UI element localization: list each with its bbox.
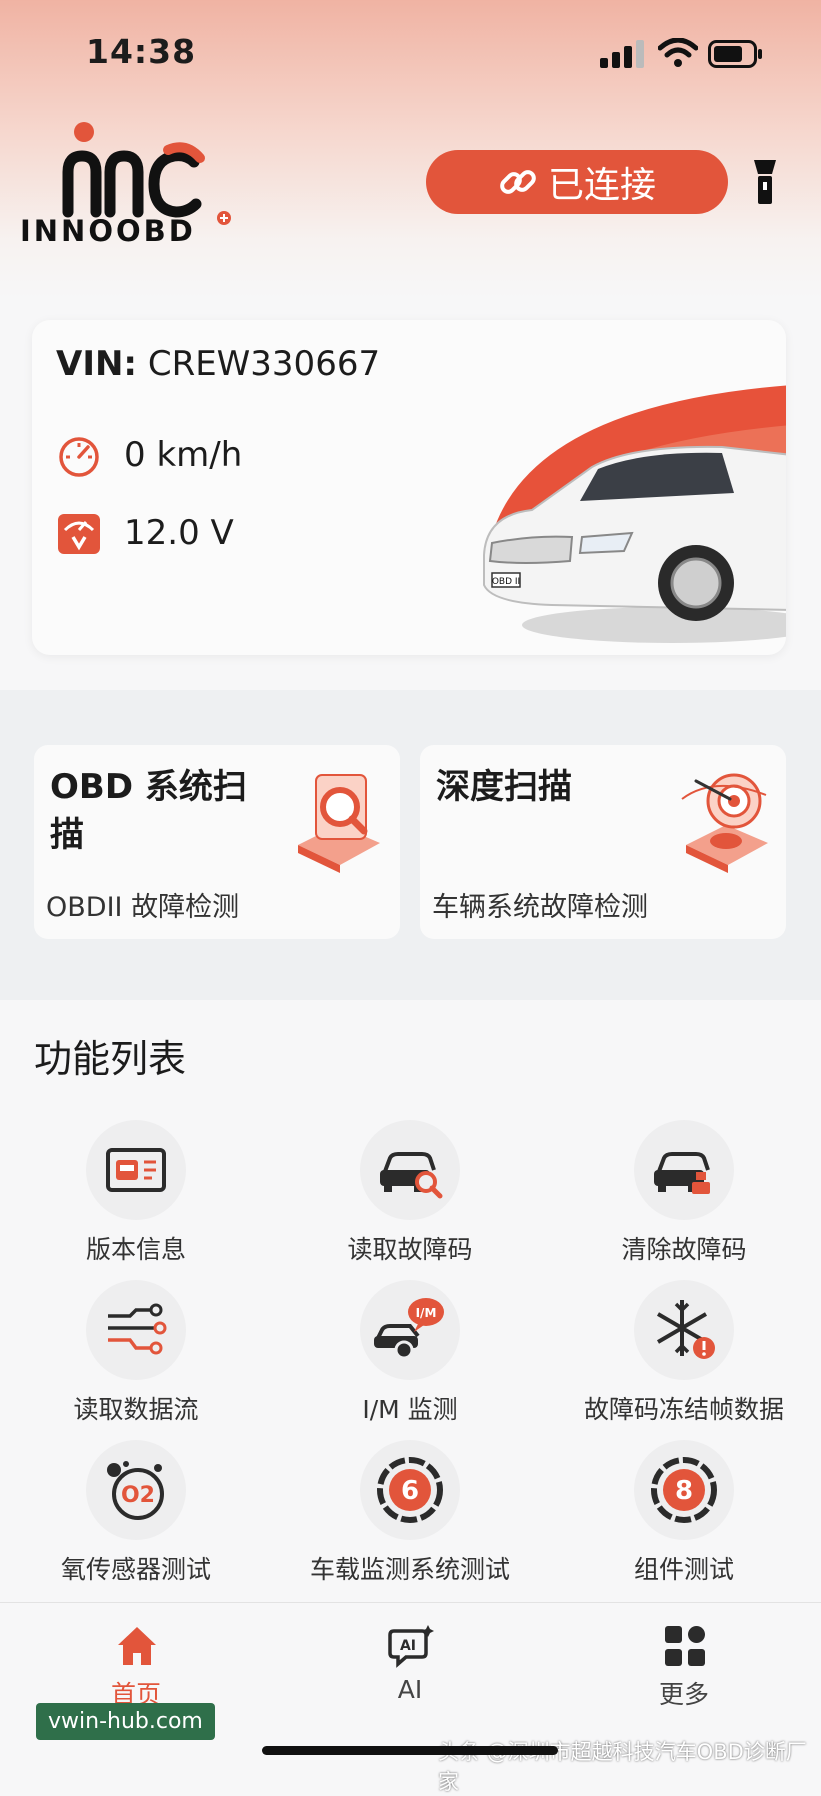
func-im-monitor-circle: I/M: [360, 1280, 460, 1380]
status-time: 14:38: [86, 32, 197, 71]
im-monitor-icon: I/M: [374, 1298, 444, 1360]
func-read-dtc[interactable]: 读取故障码: [280, 1120, 540, 1270]
tab-more-label: 更多: [658, 1680, 709, 1709]
func-freeze-frame-label: 故障码冻结帧数据: [583, 1395, 784, 1424]
func-im-monitor-label: I/M 监测: [362, 1395, 458, 1424]
func-clear-dtc-label: 清除故障码: [621, 1235, 747, 1264]
func-o2-sensor-label: 氧传感器测试: [60, 1555, 211, 1584]
status-bar: 14:38: [0, 0, 821, 110]
im-badge-text: I/M: [416, 1306, 437, 1320]
ai-badge-text: AI: [400, 1638, 416, 1654]
target-scan-icon: [681, 773, 768, 873]
func-onboard-monitor-circle: 6: [360, 1440, 460, 1540]
connection-status-button[interactable]: 已连接: [426, 150, 728, 214]
home-icon: [118, 1627, 156, 1665]
oxygen-sensor-icon: O2: [107, 1461, 164, 1520]
func-clear-dtc-circle: [634, 1120, 734, 1220]
speed-row: 0 km/h: [56, 432, 242, 478]
link-icon: [500, 170, 536, 194]
o2-badge-text: O2: [121, 1483, 155, 1508]
func-im-monitor[interactable]: I/M I/M 监测: [280, 1280, 540, 1430]
voltmeter-icon: [58, 514, 100, 554]
func-component-test-label: 组件测试: [633, 1555, 734, 1584]
func-o2-sensor[interactable]: O2 氧传感器测试: [6, 1440, 266, 1590]
obd-system-scan-card[interactable]: OBD 系统扫描 OBDII 故障检测: [34, 745, 400, 939]
mode8-icon: 8: [651, 1457, 717, 1523]
voltage-row: 12.0 V: [56, 510, 234, 556]
obd-scan-title: OBD 系统扫描: [50, 767, 247, 855]
func-o2-sensor-circle: O2: [86, 1440, 186, 1540]
id-card-icon: [106, 1148, 166, 1192]
wifi-icon: [658, 38, 698, 67]
mode6-icon: 6: [377, 1457, 443, 1523]
func-version-info-circle: [86, 1120, 186, 1220]
car-clear-icon: [654, 1152, 710, 1194]
func-freeze-frame-circle: [634, 1280, 734, 1380]
speedometer-icon: [59, 437, 99, 477]
func-live-data[interactable]: 读取数据流: [6, 1280, 266, 1430]
vin-value: CREW330667: [147, 344, 381, 384]
home-indicator: [262, 1746, 558, 1755]
magnifier-scan-icon: [298, 774, 380, 873]
deep-scan-card[interactable]: 深度扫描 车辆系统故障检测: [420, 745, 786, 939]
vin-row: VIN: CREW330667: [56, 344, 380, 384]
connection-status-label: 已连接: [547, 165, 656, 206]
registered-mark-icon: [217, 211, 231, 225]
func-freeze-frame[interactable]: 故障码冻结帧数据: [554, 1280, 814, 1430]
data-stream-icon: [108, 1303, 167, 1355]
car-plate-text: OBD II: [492, 577, 520, 587]
obd-scan-subtitle: OBDII 故障检测: [46, 892, 240, 923]
deep-scan-subtitle: 车辆系统故障检测: [432, 892, 648, 923]
function-list-title: 功能列表: [34, 1037, 187, 1081]
grid-icon: [665, 1626, 705, 1666]
cellular-signal-icon: [600, 40, 644, 68]
car-illustration: OBD II: [483, 385, 786, 643]
tab-ai[interactable]: AI AI: [330, 1603, 490, 1713]
tab-ai-label: AI: [397, 1675, 423, 1704]
func-clear-dtc[interactable]: 清除故障码: [554, 1120, 814, 1270]
tab-home[interactable]: 首页: [56, 1603, 216, 1713]
func-onboard-monitor-label: 车载监测系统测试: [309, 1555, 510, 1584]
flashlight-icon[interactable]: [752, 160, 778, 206]
func-read-dtc-label: 读取故障码: [347, 1235, 473, 1264]
tab-more[interactable]: 更多: [604, 1603, 764, 1713]
freeze-frame-icon: [656, 1300, 715, 1359]
func-version-info-label: 版本信息: [85, 1235, 186, 1264]
func-read-dtc-circle: [360, 1120, 460, 1220]
watermark-site: vwin-hub.com: [36, 1703, 215, 1740]
vehicle-info-card: VIN: CREW330667 0 km/h 12.0 V OBD II: [32, 320, 786, 655]
battery-icon: [708, 40, 762, 68]
func-component-test-circle: 8: [634, 1440, 734, 1540]
speed-value: 0 km/h: [124, 435, 243, 475]
func-component-test[interactable]: 8 组件测试: [554, 1440, 814, 1590]
deep-scan-title: 深度扫描: [436, 767, 572, 807]
func-onboard-monitor[interactable]: 6 车载监测系统测试: [280, 1440, 540, 1590]
ai-icon: AI: [388, 1625, 434, 1668]
func-live-data-label: 读取数据流: [73, 1395, 199, 1424]
mode6-badge-text: 6: [401, 1476, 419, 1506]
voltage-value: 12.0 V: [124, 513, 234, 553]
car-search-icon: [380, 1152, 443, 1199]
func-live-data-circle: [86, 1280, 186, 1380]
func-version-info[interactable]: 版本信息: [6, 1120, 266, 1270]
watermark-author: 头条 @深圳市超越科技汽车OBD诊断厂家: [438, 1740, 807, 1794]
mode8-badge-text: 8: [675, 1476, 693, 1506]
vin-label: VIN:: [56, 344, 138, 384]
brand-name: INNOOBD: [20, 214, 196, 248]
